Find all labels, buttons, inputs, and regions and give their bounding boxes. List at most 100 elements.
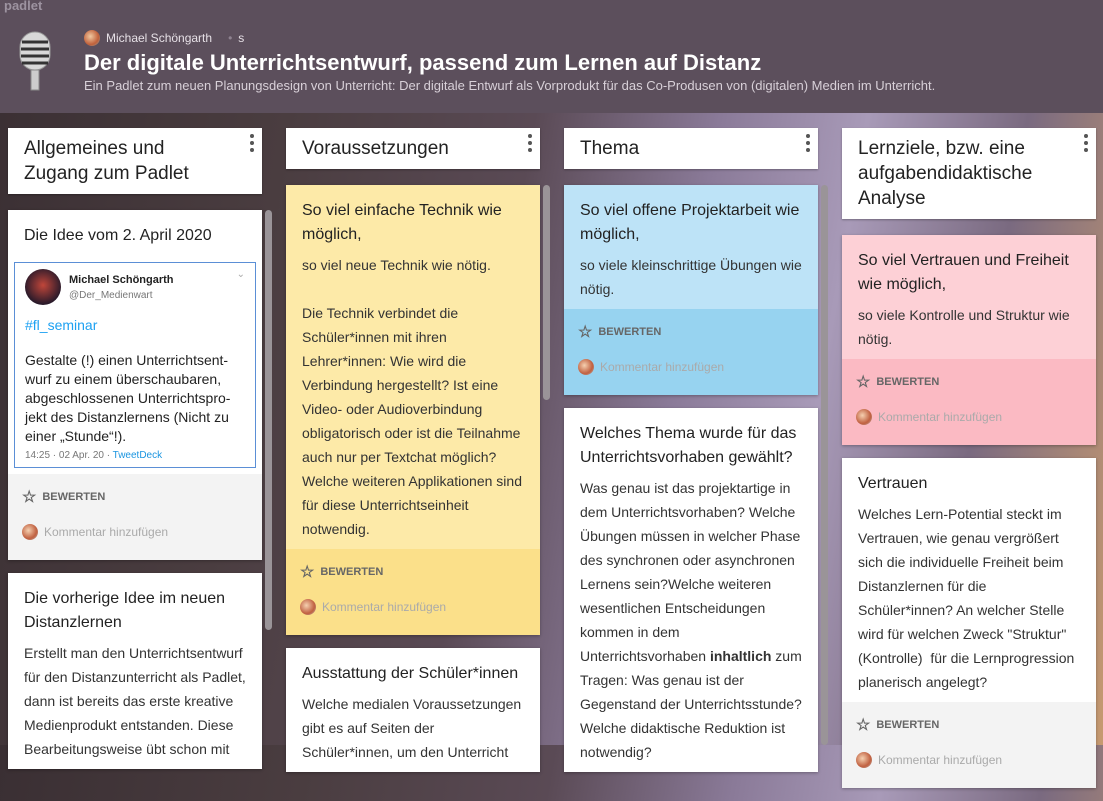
microphone-icon [19,31,51,91]
commenter-avatar [578,359,594,375]
add-comment-placeholder: Kommentar hinzufügen [322,600,447,614]
add-comment-placeholder: Kommentar hinzufügen [878,410,1003,424]
post-card[interactable]: Vertrauen Welches Lern-Potential steckt i… [842,458,1096,788]
post-text: Welches Lern-Potential steckt im Vertrau… [858,502,1080,694]
more-options-icon[interactable] [1082,134,1090,152]
text-segment: so viele Kontrolle und Struktur wie nöti… [858,307,1074,347]
visibility-label: s [238,31,245,45]
column-header: Lernziele, bzw. eine aufgabendidaktische… [842,128,1096,219]
add-comment-placeholder: Kommentar hinzufügen [600,360,725,374]
column-cards: So viel Vertrauen und Freiheit wie mögli… [842,235,1096,801]
add-comment-input[interactable]: Kommentar hinzufügen [856,399,1082,435]
text-segment: zum Tragen: Was genau ist der Gegenstand… [580,648,806,760]
rate-label: BEWERTEN [876,719,940,731]
post-card[interactable]: Die Idee vom 2. April 2020 Michael Schöng… [8,210,262,560]
commenter-avatar [22,524,38,540]
commenter-avatar [856,409,872,425]
commenter-avatar [300,599,316,615]
post-card[interactable]: So viel Vertrauen und Freiheit wie mögli… [842,235,1096,445]
rate-label: BEWERTEN [598,326,662,338]
post-title: Welches Thema wurde für das Unterrichtsv… [580,425,797,466]
more-options-icon[interactable] [248,134,256,152]
post-title: Ausstattung der Schüler*innen [302,665,519,682]
rate-button[interactable]: ☆ BEWERTEN [300,555,526,589]
column: Voraussetzungen So viel einfache Technik … [286,128,540,772]
tweet-header: Michael Schöngarth @Der_Medienwart ⌄ [25,269,245,305]
post-title: Die vorherige Idee im neuen Distanzlerne… [24,590,226,631]
embedded-tweet[interactable]: Michael Schöngarth @Der_Medienwart ⌄ #fl_se… [14,262,256,468]
tweet-avatar [25,269,61,305]
star-icon: ☆ [22,489,37,506]
add-comment-input[interactable]: Kommentar hinzufügen [22,514,248,550]
text-segment: Erstellt man den Unterrichtsentwurf für … [24,645,250,757]
post-card[interactable]: So viel offene Projektarbeit wie möglich… [564,185,818,395]
column-3-scrollbar[interactable] [821,185,828,745]
tweet-text: Gestalte (!) einen Unterrichtsent-wurf z… [25,352,231,444]
post-footer: ☆ BEWERTEN Kommentar hinzufügen [8,474,262,560]
post-body: So viel offene Projektarbeit wie möglich… [564,185,818,309]
author[interactable]: Michael Schöngarth • s [84,30,244,46]
column: Allgemeines und Zugang zum Padlet Die Ide… [8,128,262,769]
padlet-logo[interactable]: padlet [4,0,42,13]
add-comment-placeholder: Kommentar hinzufügen [44,525,169,539]
post-body: So viel Vertrauen und Freiheit wie mögli… [842,235,1096,359]
post-title: So viel einfache Technik wie möglich, [302,202,502,243]
post-text: Was genau ist das projektartige in dem U… [580,476,802,764]
post-text: Erstellt man den Unterrichtsentwurf für … [24,641,246,761]
post-body: Ausstattung der Schüler*innen Welche medi… [286,648,540,772]
column-cards: Die Idee vom 2. April 2020 Michael Schöng… [8,210,262,782]
tweet-time: 14:25 · 02 Apr. 20 · [25,450,113,461]
post-body: Vertrauen Welches Lern-Potential steckt i… [842,458,1096,702]
post-footer: ☆ BEWERTEN Kommentar hinzufügen [564,309,818,395]
post-body: Die vorherige Idee im neuen Distanzlerne… [8,573,262,769]
more-options-icon[interactable] [526,134,534,152]
text-segment: Welche medialen Voraussetzungen gibt es … [302,696,526,760]
post-title: So viel Vertrauen und Freiheit wie mögli… [858,252,1069,293]
column-2-scrollbar[interactable] [543,185,550,400]
page-subtitle: Ein Padlet zum neuen Planungsdesign von … [84,78,936,93]
post-text: Welche medialen Voraussetzungen gibt es … [302,692,524,764]
tweet-user: Michael Schöngarth @Der_Medienwart [69,274,174,301]
post-card[interactable]: So viel einfache Technik wie möglich, so … [286,185,540,635]
post-text: so viele kleinschrittige Übungen wie nöt… [580,253,802,301]
rate-button[interactable]: ☆ BEWERTEN [856,708,1082,742]
separator-dot: • [228,31,233,45]
text-segment: Was genau ist das projektartige in dem U… [580,480,805,664]
rate-button[interactable]: ☆ BEWERTEN [856,365,1082,399]
add-comment-placeholder: Kommentar hinzufügen [878,753,1003,767]
column-title: Lernziele, bzw. eine aufgabendidaktische… [858,138,1033,209]
rate-button[interactable]: ☆ BEWERTEN [578,315,804,349]
post-card[interactable]: Ausstattung der Schüler*innen Welche medi… [286,648,540,772]
page-title: Der digitale Unterrichtsentwurf, passend… [84,50,762,75]
tweet-name: Michael Schöngarth [69,273,174,286]
tweet-source-link[interactable]: TweetDeck [113,450,162,461]
column-title: Thema [580,138,640,159]
tweet-hashtag[interactable]: #fl_seminar [25,317,245,333]
text-segment: so viele kleinschrittige Übungen wie nöt… [580,257,806,297]
add-comment-input[interactable]: Kommentar hinzufügen [856,742,1082,778]
post-footer: ☆ BEWERTEN Kommentar hinzufügen [842,702,1096,788]
post-body: Welches Thema wurde für das Unterrichtsv… [564,408,818,772]
column-title: Voraussetzungen [302,138,449,159]
tweet-handle: @Der_Medienwart [69,289,153,301]
column-header: Voraussetzungen [286,128,540,169]
column-cards: So viel offene Projektarbeit wie möglich… [564,185,818,785]
author-name: Michael Schöngarth [106,31,213,45]
column-header: Thema [564,128,818,169]
post-card[interactable]: Welches Thema wurde für das Unterrichtsv… [564,408,818,772]
star-icon: ☆ [578,324,593,341]
add-comment-input[interactable]: Kommentar hinzufügen [578,349,804,385]
add-comment-input[interactable]: Kommentar hinzufügen [300,589,526,625]
star-icon: ☆ [856,717,871,734]
chevron-down-icon[interactable]: ⌄ [237,269,245,280]
post-text: so viele Kontrolle und Struktur wie nöti… [858,303,1080,351]
star-icon: ☆ [856,374,871,391]
column-1-scrollbar[interactable] [265,210,272,630]
column-cards: So viel einfache Technik wie möglich, so … [286,185,540,785]
post-card[interactable]: Die vorherige Idee im neuen Distanzlerne… [8,573,262,769]
post-footer: ☆ BEWERTEN Kommentar hinzufügen [842,359,1096,445]
rate-button[interactable]: ☆ BEWERTEN [22,480,248,514]
more-options-icon[interactable] [804,134,812,152]
commenter-avatar [856,752,872,768]
post-body: So viel einfache Technik wie möglich, so … [286,185,540,549]
